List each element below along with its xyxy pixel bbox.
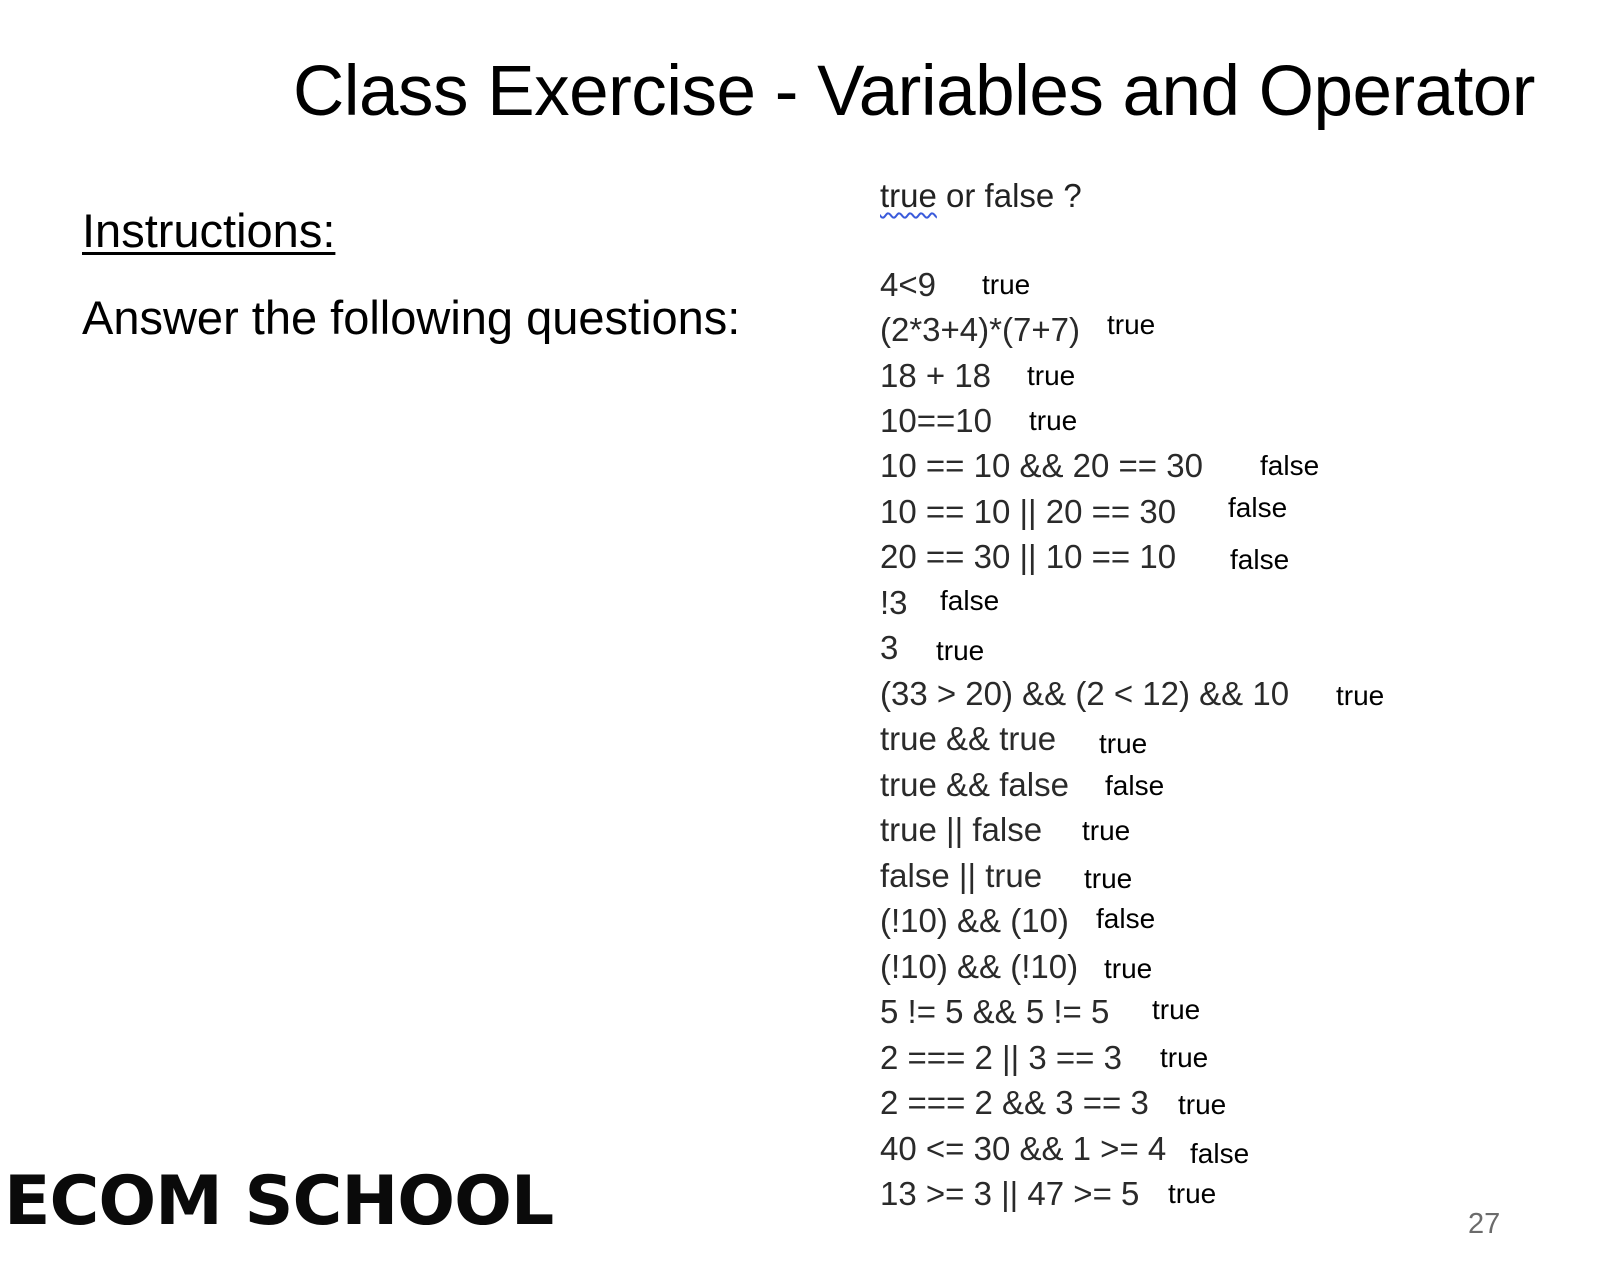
quiz-expression: 40 <= 30 && 1 >= 4 <box>880 1130 1167 1167</box>
quiz-answer: false <box>1190 1138 1250 1169</box>
quiz-expression: 20 == 30 || 10 == 10 <box>880 538 1177 575</box>
quiz-expression: true && false <box>880 766 1069 803</box>
quiz-answer: false <box>1096 903 1156 934</box>
quiz-expression: (!10) && (10) <box>880 902 1069 939</box>
quiz-expression: 2 === 2 && 3 == 3 <box>880 1084 1149 1121</box>
quiz-answer: true <box>982 269 1031 300</box>
quiz-expression: !3 <box>880 584 908 621</box>
quiz-answer: true <box>1152 994 1201 1025</box>
quiz-expression: (2*3+4)*(7+7) <box>880 311 1080 348</box>
quiz-expression: 18 + 18 <box>880 357 992 394</box>
quiz-expression: 4<9 <box>880 266 936 303</box>
quiz-answer: true <box>1027 360 1076 391</box>
quiz-answer: false <box>1105 770 1165 801</box>
spellcheck-word: true <box>880 177 937 214</box>
quiz-answer: false <box>940 585 1000 616</box>
quiz-expression: (!10) && (!10) <box>880 948 1079 985</box>
quiz-answer: true <box>1178 1089 1227 1120</box>
quiz-answer: false <box>1230 544 1290 575</box>
quiz-prompt: true or false ? <box>880 176 1082 216</box>
instructions-heading: Instructions: <box>82 204 336 257</box>
quiz-answer: true <box>1336 680 1385 711</box>
quiz-answer: true <box>1107 309 1156 340</box>
quiz-expression: true || false <box>880 811 1043 848</box>
quiz-expression: 10 == 10 || 20 == 30 <box>880 493 1177 530</box>
quiz-expression: false || true <box>880 857 1043 894</box>
quiz-answer: true <box>1160 1042 1209 1073</box>
quiz-answer: false <box>1228 492 1288 523</box>
ecom-school-logo: ECOM SCHOOL <box>4 1162 554 1241</box>
slide-title: Class Exercise - Variables and Operator <box>293 52 1535 131</box>
quiz-expression: 2 === 2 || 3 == 3 <box>880 1039 1122 1076</box>
quiz-answer: true <box>1029 405 1078 436</box>
page-number: 27 <box>1468 1208 1501 1240</box>
quiz-answer: true <box>1168 1178 1217 1209</box>
quiz-answer: true <box>936 635 985 666</box>
quiz-prompt-rest: or false ? <box>936 177 1082 214</box>
quiz-answer: true <box>1099 728 1148 759</box>
quiz-expression: 3 <box>880 629 899 666</box>
quiz-expression: 5 != 5 && 5 != 5 <box>880 993 1110 1030</box>
quiz-expression: 10==10 <box>880 402 992 439</box>
quiz-expression: 10 == 10 && 20 == 30 <box>880 447 1203 484</box>
quiz-answer: true <box>1084 863 1133 894</box>
quiz-answer: true <box>1104 953 1153 984</box>
quiz-expression: true && true <box>880 720 1057 757</box>
quiz-expression: (33 > 20) && (2 < 12) && 10 <box>880 675 1290 712</box>
quiz-answer: true <box>1082 815 1131 846</box>
quiz-expression: 13 >= 3 || 47 >= 5 <box>880 1175 1140 1212</box>
quiz-answer: false <box>1260 450 1320 481</box>
instructions-text: Answer the following questions: <box>82 291 741 344</box>
